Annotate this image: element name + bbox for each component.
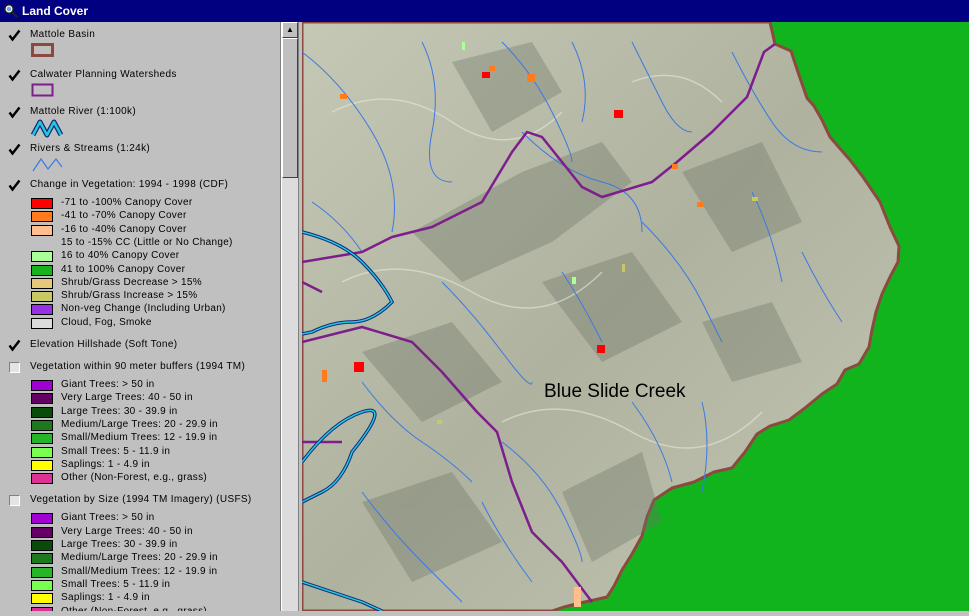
color-swatch [31,406,53,418]
color-swatch [31,473,53,485]
class-label: Giant Trees: > 50 in [61,379,155,390]
class-label: Shrub/Grass Increase > 15% [61,290,198,302]
map-label: Blue Slide Creek [544,381,686,402]
class-label: Small/Medium Trees: 12 - 19.9 in [61,432,218,444]
color-swatch [31,526,53,538]
class-label: Very Large Trees: 40 - 50 in [61,392,193,404]
legend-scrollbar[interactable]: ▲ [281,22,298,611]
layer-name: Mattole River (1:100k) [30,106,137,117]
color-swatch [31,211,53,223]
checkmark-icon[interactable] [8,106,21,119]
class-label: Saplings: 1 - 4.9 in [61,592,150,604]
window-title-bar[interactable]: Land Cover [0,0,969,22]
class-label: Shrub/Grass Decrease > 15% [61,276,202,288]
checkmark-icon[interactable] [8,339,21,352]
class-label: Cloud, Fog, Smoke [61,316,152,328]
window-title: Land Cover [22,4,89,18]
class-label: Medium/Large Trees: 20 - 29.9 in [61,418,218,430]
class-label: 16 to 40% Canopy Cover [61,250,180,262]
class-label: Other (Non-Forest, e.g., grass) [61,605,208,612]
checkmark-icon[interactable] [8,179,21,192]
class-label: Small Trees: 5 - 11.9 in [61,445,171,457]
class-label: -41 to -70% Canopy Cover [61,210,187,222]
class-label: -16 to -40% Canopy Cover [61,223,187,235]
color-swatch [31,513,53,525]
color-swatch [31,224,53,236]
class-label: 15 to -15% CC (Little or No Change) [61,236,233,248]
map-view[interactable]: Blue Slide Creek [300,20,969,613]
color-swatch [31,277,53,289]
magnifier-app-icon [4,4,19,19]
class-label: Large Trees: 30 - 39.9 in [61,405,178,417]
class-label: -71 to -100% Canopy Cover [61,197,193,208]
layer-name: Vegetation within 90 meter buffers (1994… [30,361,246,372]
color-swatch [31,264,53,276]
class-label: Large Trees: 30 - 39.9 in [61,539,178,550]
class-label: Small Trees: 5 - 11.9 in [61,578,171,590]
checkmark-icon[interactable] [8,69,21,82]
scroll-thumb[interactable] [282,38,298,178]
class-label: Giant Trees: > 50 in [61,512,155,524]
color-swatch [31,380,53,391]
color-swatch [31,419,53,431]
map-canvas: Blue Slide Creek [300,20,969,613]
color-swatch [31,304,53,316]
layer-name: Mattole Basin [30,29,96,40]
class-label: Saplings: 1 - 4.9 in [61,458,150,470]
color-swatch [31,446,53,458]
layer-name: Change in Vegetation: 1994 - 1998 (CDF) [30,179,229,190]
checkmark-icon[interactable] [8,143,21,156]
color-swatch [31,606,53,611]
layer-name: Calwater Planning Watersheds [30,69,177,80]
streams-symbol-icon [31,155,63,178]
color-swatch [31,198,53,209]
watershed-symbol-icon [31,83,55,102]
class-label: Medium/Large Trees: 20 - 29.9 in [61,552,218,564]
legend-table-of-contents: Mattole Basin Calwater Planning Watershed… [0,22,281,611]
color-swatch [31,251,53,263]
class-label: 41 to 100% Canopy Cover [61,263,186,275]
unchecked-box[interactable] [9,362,20,373]
basin-symbol-icon [31,43,55,62]
class-label: Non-veg Change (Including Urban) [61,303,226,315]
unchecked-box[interactable] [9,495,20,507]
layer-name: Vegetation by Size (1994 TM Imagery) (US… [30,494,252,506]
class-label: Other (Non-Forest, e.g., grass) [61,472,208,484]
color-swatch [31,433,53,445]
color-swatch [31,291,53,303]
layer-name: Rivers & Streams (1:24k) [30,143,151,154]
color-swatch [31,317,53,329]
color-swatch [31,566,53,578]
color-swatch [31,459,53,471]
color-swatch [31,393,53,405]
class-label: Small/Medium Trees: 12 - 19.9 in [61,565,218,577]
checkmark-icon[interactable] [8,29,21,42]
scroll-up-arrow-icon[interactable]: ▲ [282,22,298,38]
layer-name: Elevation Hillshade (Soft Tone) [30,339,178,350]
color-swatch [31,553,53,565]
color-swatch [31,579,53,591]
class-label: Very Large Trees: 40 - 50 in [61,525,193,537]
color-swatch [31,593,53,605]
river-symbol-icon [30,118,64,143]
color-swatch [31,540,53,551]
